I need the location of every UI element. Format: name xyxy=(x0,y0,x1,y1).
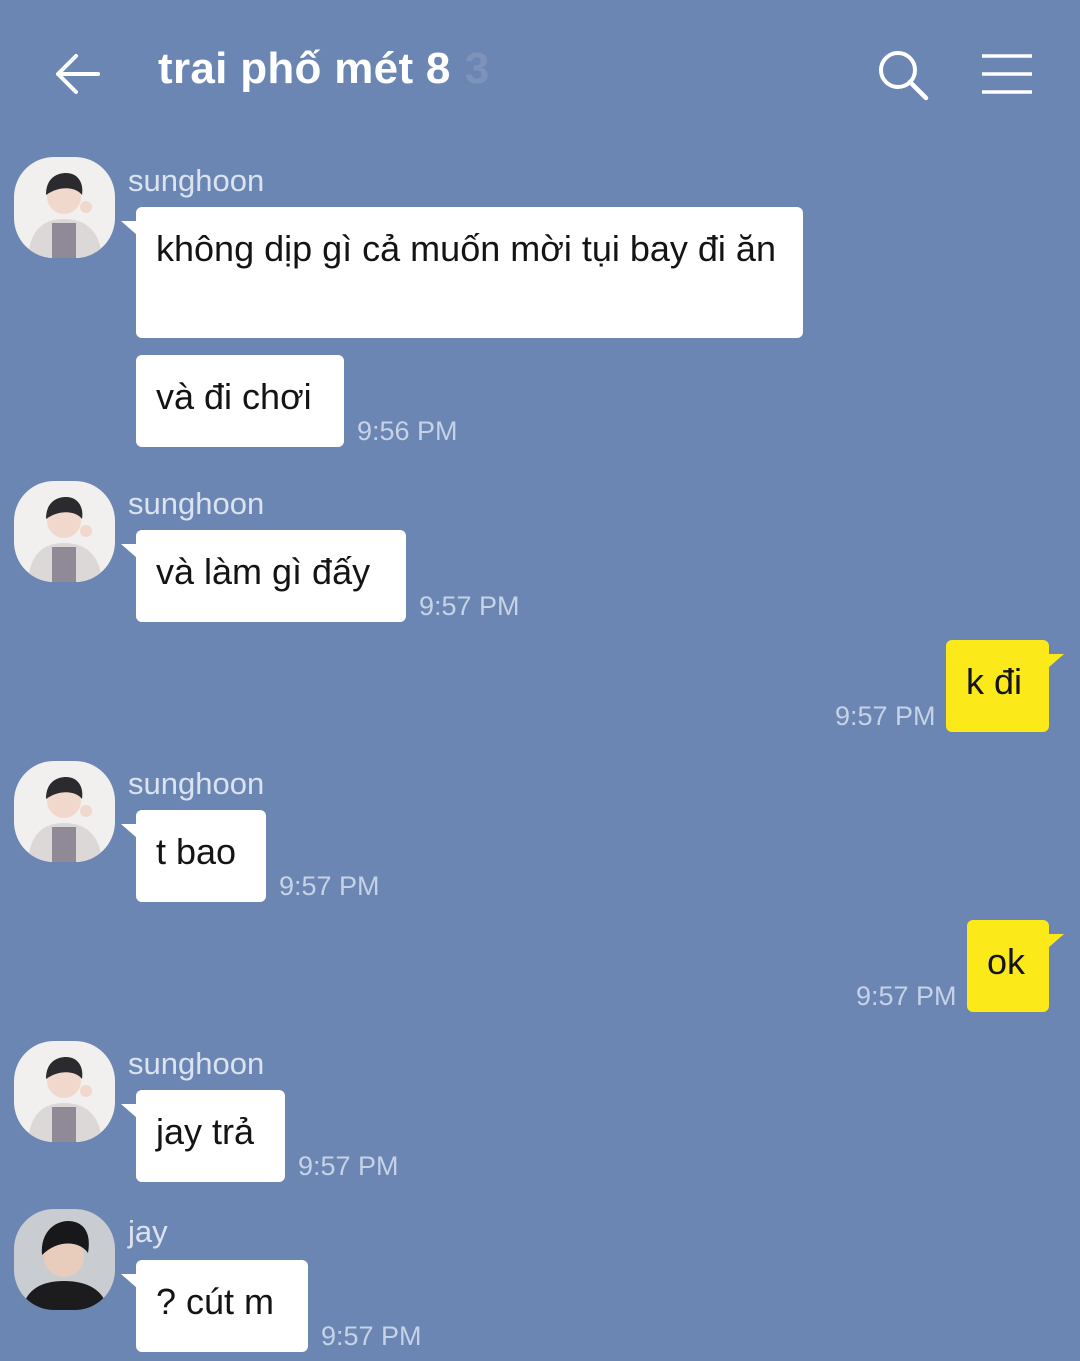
avatar-sunghoon[interactable] xyxy=(14,761,115,862)
avatar-jay[interactable] xyxy=(14,1209,115,1310)
chat-title-area[interactable]: trai phố mét 8 3 xyxy=(158,44,489,94)
message-time: 9:57 PM xyxy=(419,591,520,621)
user-avatar-icon xyxy=(14,1209,115,1310)
sender-name: jay xyxy=(128,1214,168,1249)
search-button[interactable] xyxy=(876,48,930,102)
message-bubble[interactable]: t bao xyxy=(121,810,266,902)
message-time: 9:57 PM xyxy=(321,1321,422,1351)
sender-name: sunghoon xyxy=(128,1046,265,1081)
message-bubble[interactable]: không dịp gì cả muốn mời tụi bay đi ăn xyxy=(121,207,803,338)
chat-header: trai phố mét 8 3 xyxy=(0,0,1080,150)
message-time: 9:57 PM xyxy=(835,701,936,731)
user-avatar-icon xyxy=(14,157,115,258)
message-bubble[interactable]: jay trả xyxy=(121,1090,285,1182)
back-arrow-icon xyxy=(56,54,100,94)
sender-name: sunghoon xyxy=(128,766,265,801)
avatar-sunghoon[interactable] xyxy=(14,1041,115,1142)
user-avatar-icon xyxy=(14,481,115,582)
menu-button[interactable] xyxy=(980,52,1034,96)
sender-name: sunghoon xyxy=(128,163,265,198)
message-bubble[interactable]: ? cút m xyxy=(121,1260,308,1352)
message-bubble[interactable]: và làm gì đấy xyxy=(121,530,406,622)
chat-title: trai phố mét 8 xyxy=(158,44,451,93)
message-time: 9:56 PM xyxy=(357,416,458,446)
message-bubble[interactable]: và đi chơi xyxy=(136,355,344,447)
menu-icon xyxy=(982,54,1032,94)
user-avatar-icon xyxy=(14,1041,115,1142)
message-time: 9:57 PM xyxy=(279,871,380,901)
avatar-sunghoon[interactable] xyxy=(14,481,115,582)
search-icon xyxy=(879,51,929,101)
own-message-bubble[interactable]: ok xyxy=(967,920,1064,1012)
avatar-sunghoon[interactable] xyxy=(14,157,115,258)
message-time: 9:57 PM xyxy=(856,981,957,1011)
user-avatar-icon xyxy=(14,761,115,862)
message-time: 9:57 PM xyxy=(298,1151,399,1181)
own-message-bubble[interactable]: k đi xyxy=(946,640,1064,732)
back-button[interactable] xyxy=(50,48,102,100)
member-count: 3 xyxy=(464,44,490,93)
sender-name: sunghoon xyxy=(128,486,265,521)
